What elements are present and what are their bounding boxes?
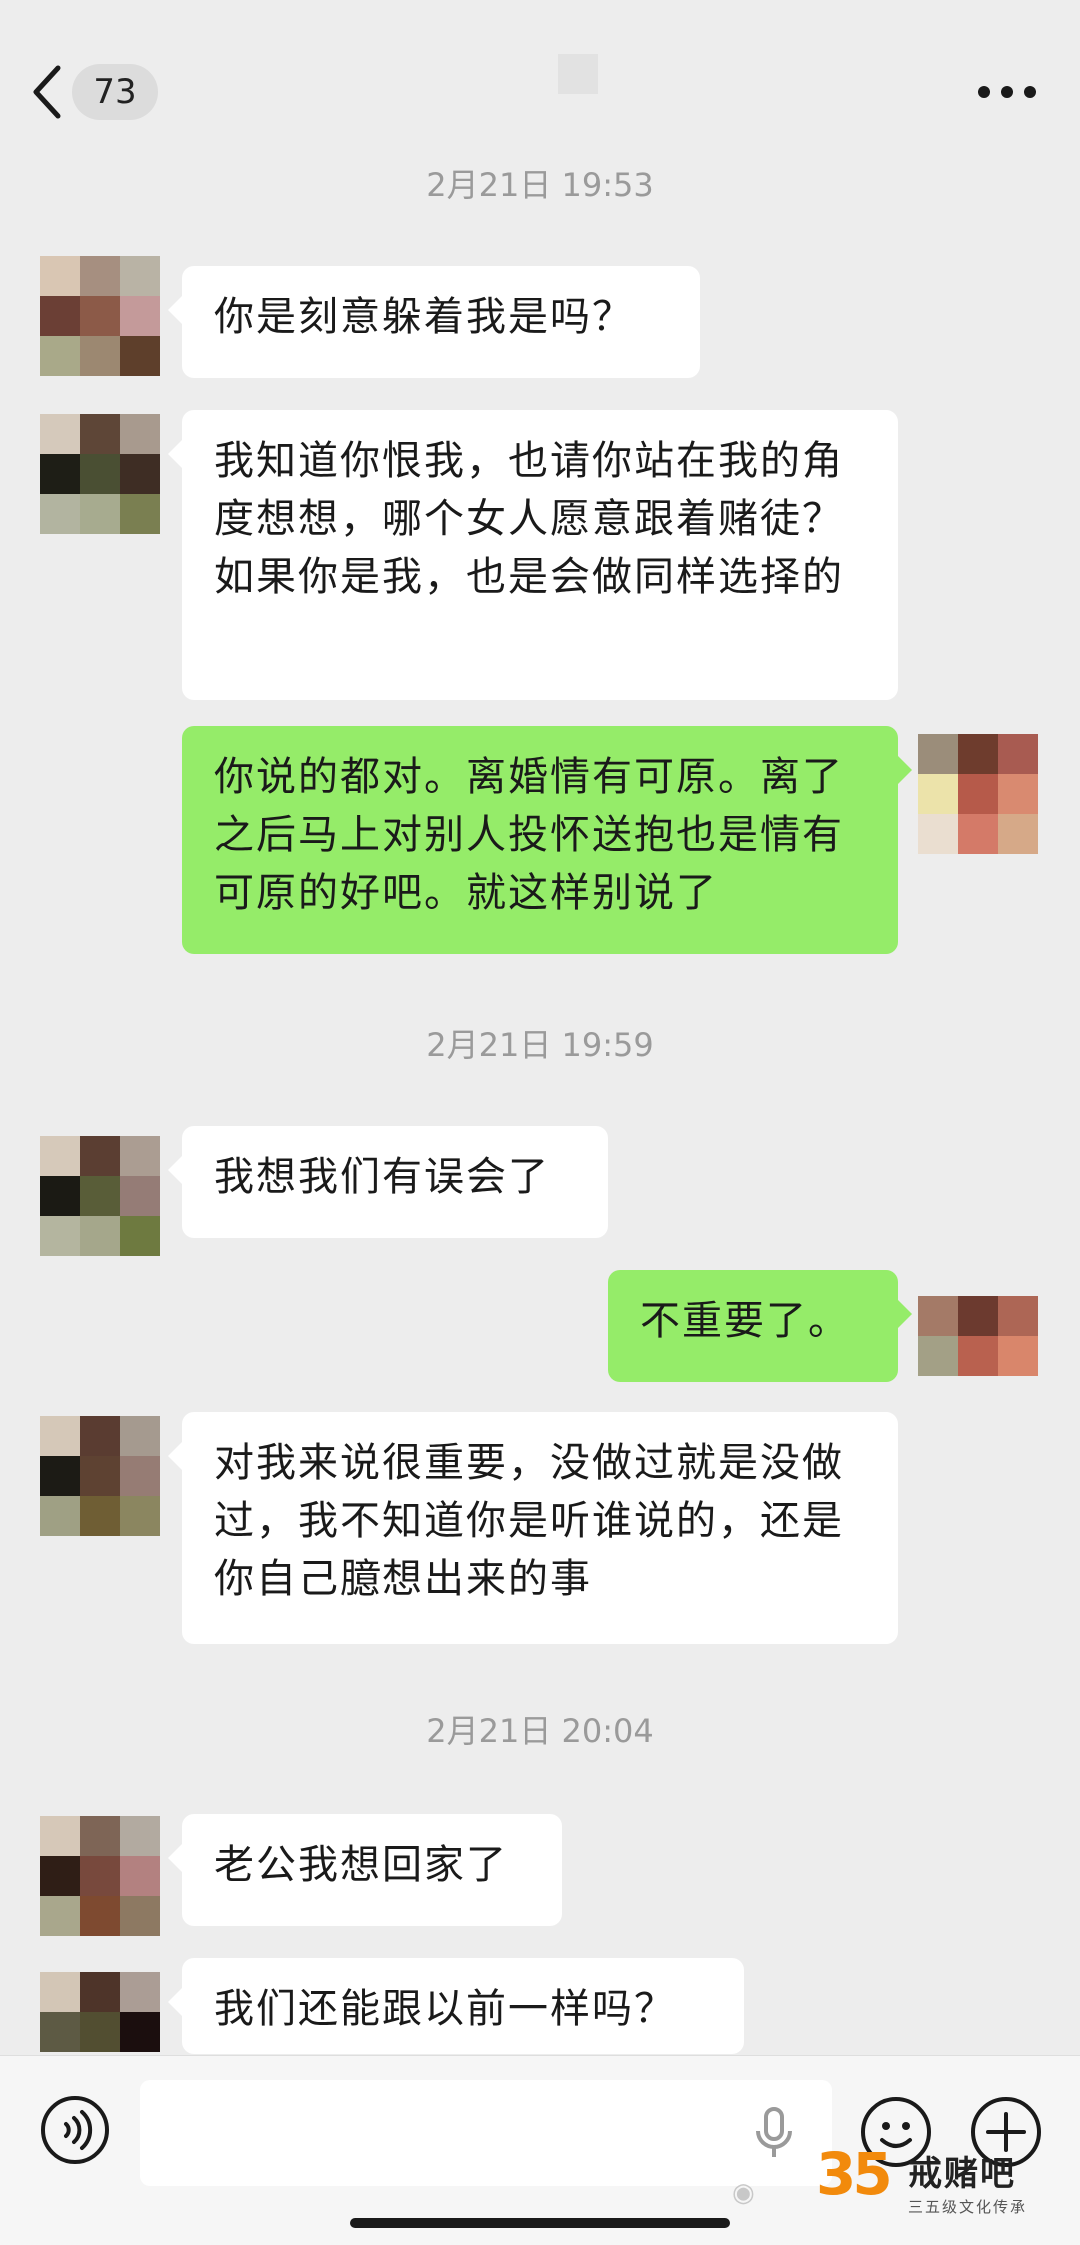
chevron-left-icon[interactable] bbox=[28, 62, 68, 122]
message-bubble-incoming[interactable]: 我们还能跟以前一样吗？ bbox=[168, 1958, 744, 2054]
message-bubble-outgoing[interactable]: 不重要了。 bbox=[608, 1270, 912, 1382]
timestamp: 2月21日 19:53 bbox=[426, 166, 654, 204]
chat-header: 73 bbox=[0, 0, 1080, 160]
watermark-subtitle: 三五级文化传承 bbox=[908, 2198, 1028, 2216]
contact-avatar[interactable] bbox=[40, 414, 160, 534]
message-bubble-incoming[interactable]: 我知道你恨我，也请你站在我的角度想想，哪个女人愿意跟着赌徒？如果你是我，也是会做… bbox=[168, 410, 898, 700]
watermark-name: 戒赌吧 bbox=[908, 2154, 1016, 2194]
contact-avatar[interactable] bbox=[40, 1136, 160, 1256]
message-input[interactable] bbox=[140, 2080, 832, 2186]
voice-icon[interactable] bbox=[40, 2095, 110, 2165]
timestamp: 2月21日 19:59 bbox=[426, 1026, 654, 1064]
watermark-number: 35 bbox=[816, 2140, 893, 2208]
message-bubble-incoming[interactable]: 对我来说很重要，没做过就是没做过，我不知道你是听谁说的，还是你自己臆想出来的事 bbox=[168, 1412, 898, 1644]
message-bubble-incoming[interactable]: 我想我们有误会了 bbox=[168, 1126, 608, 1238]
contact-avatar[interactable] bbox=[40, 1972, 160, 2052]
message-bubble-incoming[interactable]: 你是刻意躲着我是吗？ bbox=[168, 266, 700, 378]
wechat-watermark-icon: ◉ bbox=[732, 2178, 755, 2208]
contact-avatar[interactable] bbox=[40, 1416, 160, 1536]
chat-title-redacted bbox=[558, 54, 598, 94]
my-avatar[interactable] bbox=[918, 734, 1038, 854]
watermark-logo: 35 戒赌吧 三五级文化传承 bbox=[816, 2140, 1066, 2230]
mic-icon[interactable] bbox=[754, 2105, 794, 2161]
more-dots-icon[interactable] bbox=[976, 80, 1038, 104]
home-indicator[interactable] bbox=[350, 2218, 730, 2228]
contact-avatar[interactable] bbox=[40, 1816, 160, 1936]
unread-count-badge[interactable]: 73 bbox=[72, 64, 158, 120]
message-bubble-incoming[interactable]: 老公我想回家了 bbox=[168, 1814, 562, 1926]
message-bubble-outgoing[interactable]: 你说的都对。离婚情有可原。离了之后马上对别人投怀送抱也是情有可原的好吧。就这样别… bbox=[182, 726, 912, 954]
contact-avatar[interactable] bbox=[40, 256, 160, 376]
timestamp: 2月21日 20:04 bbox=[426, 1712, 654, 1750]
my-avatar[interactable] bbox=[918, 1296, 1038, 1376]
